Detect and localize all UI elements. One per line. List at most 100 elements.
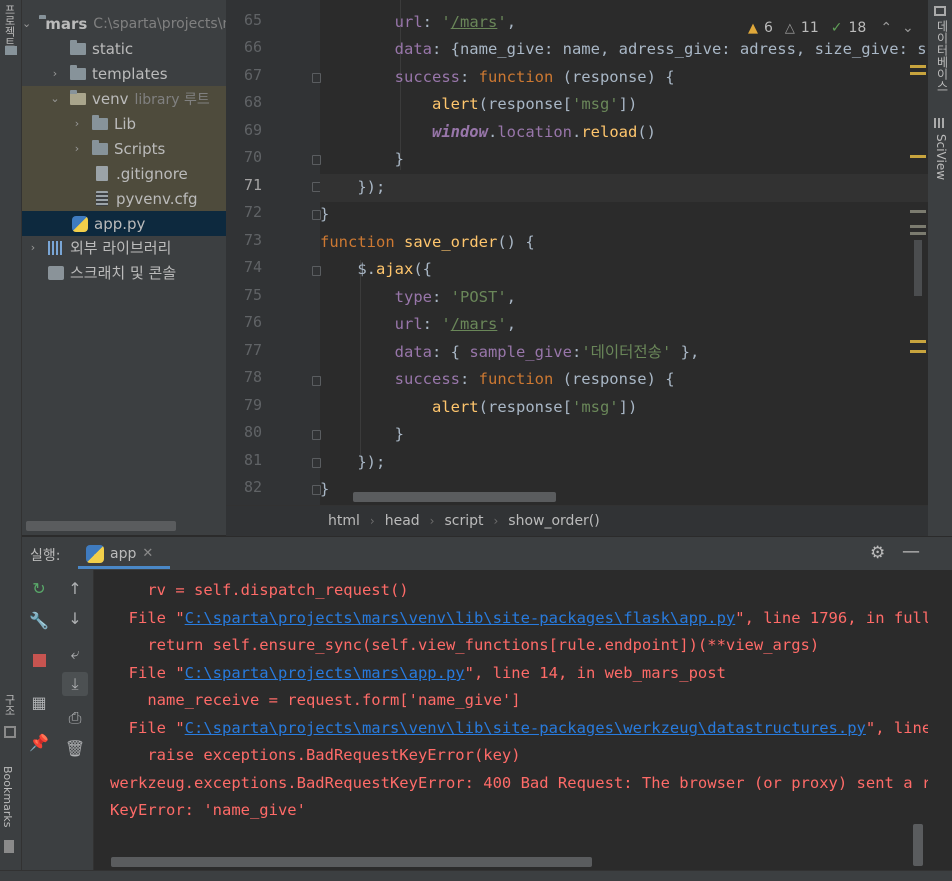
line-number: 73 bbox=[243, 231, 262, 249]
folder-icon bbox=[70, 89, 86, 105]
tree-item-label: venv bbox=[92, 89, 129, 108]
run-tab-app[interactable]: app ✕ bbox=[78, 541, 170, 569]
console-file-link[interactable]: C:\sparta\projects\mars\app.py bbox=[185, 664, 465, 682]
editor-vertical-scrollbar[interactable] bbox=[914, 240, 922, 296]
file-icon bbox=[96, 166, 108, 181]
close-icon[interactable]: ✕ bbox=[142, 546, 153, 561]
trash-icon[interactable]: 🗑 bbox=[62, 736, 88, 760]
tree-item-pyvenv-cfg[interactable]: pyvenv.cfg bbox=[22, 186, 226, 211]
chevron-right-icon[interactable]: › bbox=[70, 142, 84, 155]
chevron-right-icon[interactable]: › bbox=[26, 241, 40, 254]
tree-item-venv[interactable]: ⌄ venv library 루트 bbox=[22, 86, 226, 111]
chevron-up-icon[interactable]: ⌃ bbox=[880, 20, 892, 36]
print-icon[interactable]: ⎙ bbox=[62, 706, 88, 730]
pin-icon[interactable]: 📌 bbox=[26, 730, 52, 754]
code-line-76: url: '/mars', bbox=[394, 315, 517, 333]
tree-item-static[interactable]: static bbox=[22, 36, 226, 61]
console-file-link[interactable]: C:\sparta\projects\mars\venv\lib\site-pa… bbox=[185, 609, 736, 627]
folder-icon bbox=[70, 39, 86, 55]
chevron-right-icon[interactable]: › bbox=[48, 67, 62, 80]
breadcrumb-item[interactable]: html bbox=[328, 513, 360, 529]
error-stripe-mark[interactable] bbox=[910, 225, 926, 228]
error-stripe-mark[interactable] bbox=[910, 155, 926, 158]
minimize-icon[interactable]: — bbox=[902, 541, 920, 562]
error-stripe-mark[interactable] bbox=[910, 340, 926, 343]
run-toolbar-primary: ↻ 🔧 ▦ 📌 bbox=[22, 570, 56, 870]
inspection-widget[interactable]: ▲ 6 △ 11 ✓ 18 ⌃ ⌄ bbox=[748, 18, 914, 38]
line-number: 76 bbox=[243, 313, 262, 331]
breadcrumb-separator-icon: › bbox=[493, 514, 499, 528]
editor-gutter: 65 66 67 68 69 70 71 72 73 74 75 76 77 7… bbox=[226, 0, 321, 505]
console-line: raise exceptions.BadRequestKeyError(key) bbox=[110, 742, 520, 769]
sciview-tool-tab[interactable]: SciView bbox=[934, 134, 948, 180]
folder-icon bbox=[5, 46, 17, 55]
gear-icon[interactable]: ⚙ bbox=[870, 543, 885, 563]
error-stripe-mark[interactable] bbox=[910, 65, 926, 68]
error-stripe-mark[interactable] bbox=[910, 350, 926, 353]
tree-item-scripts[interactable]: › Scripts bbox=[22, 136, 226, 161]
tree-item-scratches[interactable]: 스크래치 및 콘솔 bbox=[22, 260, 226, 285]
tree-item-label: templates bbox=[92, 64, 168, 83]
tree-item-lib[interactable]: › Lib bbox=[22, 111, 226, 136]
arrow-up-icon[interactable]: ↑ bbox=[62, 576, 88, 600]
typo-count: 18 bbox=[848, 20, 867, 36]
library-icon bbox=[48, 240, 64, 255]
editor-horizontal-scrollbar[interactable] bbox=[353, 492, 556, 502]
chevron-down-icon[interactable]: ⌄ bbox=[48, 92, 62, 105]
code-line-72: } bbox=[320, 205, 330, 223]
run-tab-label: app bbox=[110, 545, 137, 562]
wrench-icon[interactable]: 🔧 bbox=[26, 608, 52, 632]
tree-horizontal-scrollbar[interactable] bbox=[26, 521, 176, 531]
console-text: File " bbox=[110, 719, 185, 737]
tree-item-gitignore[interactable]: .gitignore bbox=[22, 161, 226, 186]
error-stripe-mark[interactable] bbox=[910, 210, 926, 213]
line-number: 75 bbox=[243, 286, 262, 304]
code-line-81: }); bbox=[320, 453, 386, 471]
console-line: File "C:\sparta\projects\mars\venv\lib\s… bbox=[110, 715, 928, 742]
structure-tool-tab[interactable]: 구조 bbox=[1, 694, 17, 716]
console-file-link[interactable]: C:\sparta\projects\mars\venv\lib\site-pa… bbox=[185, 719, 866, 737]
layout-icon[interactable]: ▦ bbox=[26, 690, 52, 714]
breadcrumb-item[interactable]: script bbox=[444, 513, 483, 529]
soft-wrap-icon[interactable]: ⤶ bbox=[62, 642, 88, 666]
typo-check-icon: ✓ bbox=[830, 20, 843, 36]
code-line-78: success: function (response) { bbox=[394, 370, 675, 388]
database-tool-tab[interactable]: 데이터베이스 bbox=[934, 20, 951, 92]
console-line: return self.ensure_sync(self.view_functi… bbox=[110, 632, 819, 659]
bookmark-icon bbox=[4, 840, 14, 853]
tree-item-external-libraries[interactable]: › 외부 라이브러리 bbox=[22, 235, 226, 260]
code-editor[interactable]: 65 66 67 68 69 70 71 72 73 74 75 76 77 7… bbox=[226, 0, 928, 505]
console-vertical-scrollbar[interactable] bbox=[913, 824, 923, 866]
error-stripe-mark[interactable] bbox=[910, 232, 926, 235]
breadcrumb-separator-icon: › bbox=[429, 514, 435, 528]
tree-item-templates[interactable]: › templates bbox=[22, 61, 226, 86]
line-number: 82 bbox=[243, 478, 262, 496]
chevron-right-icon[interactable]: › bbox=[70, 117, 84, 130]
bookmarks-tool-tab[interactable]: Bookmarks bbox=[1, 766, 14, 827]
database-icon bbox=[934, 6, 946, 16]
console-text: KeyError: 'name_give' bbox=[110, 801, 306, 819]
folder-icon bbox=[92, 139, 108, 155]
breadcrumb-item[interactable]: head bbox=[385, 513, 420, 529]
weak-warning-icon: △ bbox=[784, 20, 795, 36]
tree-root-name: mars bbox=[45, 14, 88, 33]
rerun-icon[interactable]: ↻ bbox=[26, 576, 52, 600]
code-line-74: $.ajax({ bbox=[320, 260, 432, 278]
project-tool-tab[interactable]: 프로젝트 bbox=[1, 4, 17, 48]
line-number: 78 bbox=[243, 368, 262, 386]
stop-button[interactable] bbox=[26, 648, 52, 672]
chevron-down-icon[interactable]: ⌄ bbox=[22, 17, 31, 30]
run-console-output[interactable]: rv = self.dispatch_request() File "C:\sp… bbox=[94, 570, 928, 870]
warning-count: 6 bbox=[764, 20, 773, 36]
tree-root-path: C:\sparta\projects\mars bbox=[93, 15, 226, 32]
tree-item-app-py[interactable]: app.py bbox=[22, 211, 226, 236]
error-stripe-mark[interactable] bbox=[910, 72, 926, 75]
chevron-down-icon[interactable]: ⌄ bbox=[902, 20, 914, 36]
console-horizontal-scrollbar[interactable] bbox=[111, 857, 592, 867]
breadcrumb-item[interactable]: show_order() bbox=[508, 513, 599, 529]
scroll-to-end-icon[interactable]: ⤓ bbox=[62, 672, 88, 696]
tree-root-mars[interactable]: ⌄ mars C:\sparta\projects\mars bbox=[22, 11, 226, 36]
python-file-icon bbox=[72, 215, 88, 232]
arrow-down-icon[interactable]: ↓ bbox=[62, 606, 88, 630]
config-file-icon bbox=[96, 191, 108, 206]
